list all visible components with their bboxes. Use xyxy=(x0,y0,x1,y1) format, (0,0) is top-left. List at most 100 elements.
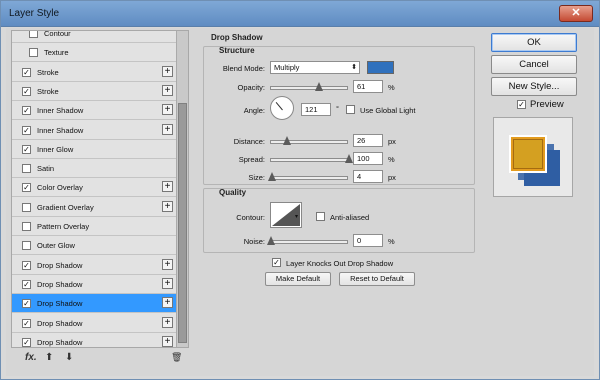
style-item[interactable]: ✓ Drop Shadow + xyxy=(12,256,177,275)
noise-slider-thumb[interactable] xyxy=(267,236,275,245)
spread-slider[interactable] xyxy=(270,154,353,163)
add-effect-icon[interactable]: + xyxy=(162,181,173,193)
contour-label: Contour: xyxy=(236,213,265,222)
add-effect-icon[interactable]: + xyxy=(162,65,173,77)
styles-scrollbar[interactable] xyxy=(176,31,188,347)
style-item[interactable]: ✓ Drop Shadow + xyxy=(12,333,177,347)
move-down-icon[interactable]: ⬇ xyxy=(65,352,73,363)
distance-slider-thumb[interactable] xyxy=(283,136,292,145)
style-item-checkbox[interactable]: ✓ xyxy=(22,279,31,289)
style-item-checkbox[interactable]: ✓ xyxy=(22,125,31,135)
add-effect-icon[interactable]: + xyxy=(162,200,173,212)
distance-input[interactable]: 26 xyxy=(353,134,383,147)
angle-dial[interactable] xyxy=(270,96,294,120)
style-item-label: Texture xyxy=(44,48,69,58)
trash-icon[interactable]: 🗑 xyxy=(171,352,182,363)
make-default-button[interactable]: Make Default xyxy=(265,272,331,286)
style-item-checkbox[interactable]: ✓ xyxy=(22,183,31,193)
style-item-label: Drop Shadow xyxy=(37,318,83,328)
scrollbar-thumb[interactable] xyxy=(178,103,187,343)
opacity-slider[interactable] xyxy=(270,82,348,91)
style-item-label: Drop Shadow xyxy=(37,260,83,270)
style-item[interactable]: ✓ Inner Shadow + xyxy=(12,121,177,140)
noise-slider[interactable] xyxy=(267,236,348,245)
style-item-checkbox[interactable] xyxy=(22,222,31,231)
chevron-down-icon: ▾ xyxy=(295,214,299,220)
add-effect-icon[interactable]: + xyxy=(162,104,173,116)
style-item-checkbox[interactable] xyxy=(22,202,31,212)
style-item[interactable]: ✓ Inner Glow xyxy=(12,140,177,159)
style-item[interactable]: ✓ Drop Shadow + xyxy=(12,314,177,333)
style-item-checkbox[interactable]: ✓ xyxy=(22,337,31,347)
style-item[interactable]: Satin xyxy=(12,159,177,179)
distance-slider[interactable] xyxy=(270,136,348,145)
style-item-checkbox[interactable]: ✓ xyxy=(22,106,31,116)
move-up-icon[interactable]: ⬆ xyxy=(45,352,53,363)
style-item[interactable]: Outer Glow xyxy=(12,236,177,256)
fx-icon[interactable]: fx. xyxy=(25,352,37,363)
style-item-label: Gradient Overlay xyxy=(37,202,94,212)
style-item[interactable]: ✓ Stroke + xyxy=(12,63,177,82)
style-item-checkbox[interactable]: ✓ xyxy=(22,318,31,328)
size-input[interactable]: 4 xyxy=(353,170,383,183)
style-item[interactable]: Gradient Overlay + xyxy=(12,198,177,217)
style-item[interactable]: Texture xyxy=(12,43,177,63)
style-item-checkbox[interactable]: ✓ xyxy=(22,144,31,154)
contour-picker[interactable]: ▾ xyxy=(270,202,302,228)
add-effect-icon[interactable]: + xyxy=(162,335,173,347)
add-effect-icon[interactable]: + xyxy=(162,123,173,135)
cancel-button[interactable]: Cancel xyxy=(491,55,577,74)
add-effect-icon[interactable]: + xyxy=(162,84,173,96)
reset-default-button[interactable]: Reset to Default xyxy=(339,272,415,286)
style-item-label: Inner Shadow xyxy=(37,125,84,135)
styles-list[interactable]: ✓ Drop Shadow + ✓ Drop Shadow + ✓ Drop Shadow + ✓… xyxy=(11,30,189,348)
style-item[interactable]: Contour xyxy=(12,30,177,43)
size-label: Size: xyxy=(248,173,265,182)
style-item-checkbox[interactable] xyxy=(29,31,38,38)
style-item-checkbox[interactable] xyxy=(22,164,31,174)
new-style-button[interactable]: New Style... xyxy=(491,77,577,96)
style-item[interactable]: ✓ Drop Shadow + xyxy=(12,275,177,294)
style-item-checkbox[interactable]: ✓ xyxy=(22,260,31,270)
add-effect-icon[interactable]: + xyxy=(162,297,173,309)
close-button[interactable]: ✕ xyxy=(559,5,593,22)
style-item-checkbox[interactable] xyxy=(29,48,38,58)
add-effect-icon[interactable]: + xyxy=(162,316,173,328)
antialiased-checkbox[interactable] xyxy=(316,212,325,221)
style-item[interactable]: ✓ Stroke + xyxy=(12,82,177,101)
style-item-checkbox[interactable]: ✓ xyxy=(22,67,31,77)
add-effect-icon[interactable]: + xyxy=(162,258,173,270)
shadow-color-swatch[interactable] xyxy=(367,61,394,74)
opacity-slider-thumb[interactable] xyxy=(314,82,323,91)
style-item-checkbox[interactable]: ✓ xyxy=(22,299,31,309)
noise-unit: % xyxy=(388,237,395,246)
title-bar[interactable]: Layer Style ✕ xyxy=(1,1,599,27)
add-effect-icon[interactable]: + xyxy=(162,277,173,289)
preview-inner xyxy=(513,139,543,169)
antialiased-label: Anti-aliased xyxy=(330,213,370,222)
noise-input[interactable]: 0 xyxy=(353,234,383,247)
style-item[interactable]: ✓ Drop Shadow + xyxy=(12,294,177,314)
preview-label: Preview xyxy=(530,99,564,110)
size-slider[interactable] xyxy=(268,172,348,181)
opacity-input[interactable]: 61 xyxy=(353,80,383,93)
knockout-label: Layer Knocks Out Drop Shadow xyxy=(286,259,394,268)
style-item[interactable]: Pattern Overlay xyxy=(12,217,177,236)
angle-unit: ° xyxy=(336,104,339,113)
global-light-checkbox[interactable] xyxy=(346,105,355,114)
style-item[interactable]: ✓ Color Overlay + xyxy=(12,178,177,198)
ok-button[interactable]: OK xyxy=(491,33,577,52)
spread-slider-thumb[interactable] xyxy=(345,154,353,163)
opacity-unit: % xyxy=(388,83,395,92)
style-item[interactable]: ✓ Inner Shadow + xyxy=(12,101,177,121)
preview-checkbox[interactable]: ✓ xyxy=(517,100,526,109)
style-item-checkbox[interactable]: ✓ xyxy=(22,86,31,96)
style-item-checkbox[interactable] xyxy=(22,241,31,251)
spread-input[interactable]: 100 xyxy=(353,152,383,165)
size-slider-thumb[interactable] xyxy=(268,172,277,181)
style-item-label: Contour xyxy=(44,30,71,38)
angle-input[interactable]: 121 xyxy=(301,103,331,116)
noise-label: Noise: xyxy=(243,237,265,246)
knockout-checkbox[interactable]: ✓ xyxy=(272,258,281,267)
blend-mode-select[interactable]: Multiply ⬍ xyxy=(270,61,360,74)
